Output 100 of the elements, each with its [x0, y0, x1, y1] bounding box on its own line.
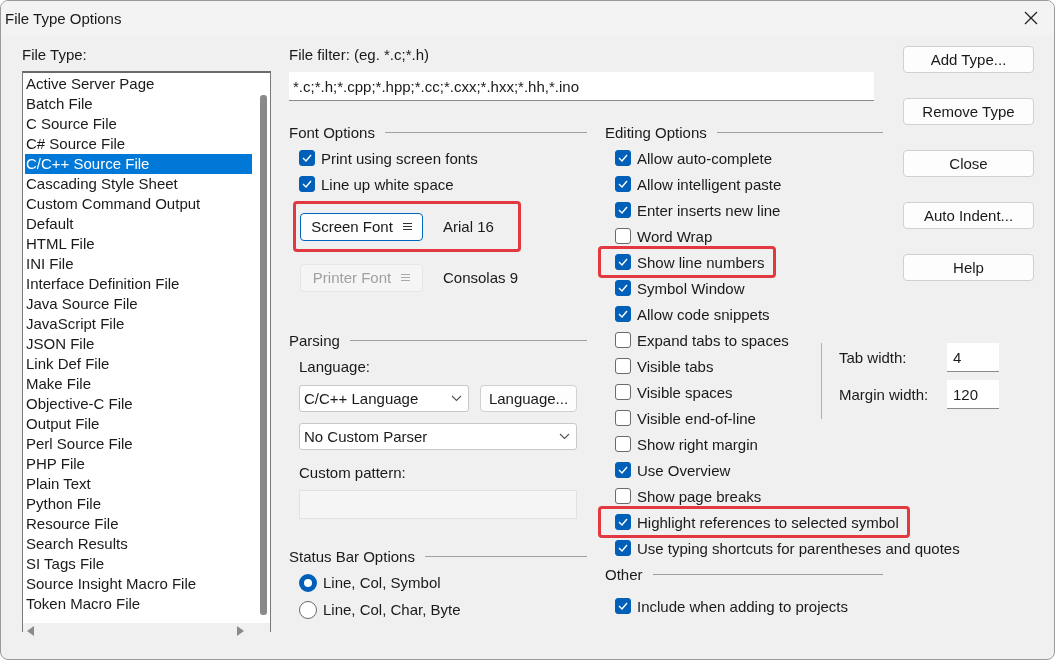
- checkbox-label: Allow code snippets: [637, 305, 770, 323]
- checkbox[interactable]: [615, 462, 631, 478]
- list-item[interactable]: Output File: [25, 414, 252, 434]
- list-item[interactable]: Perl Source File: [25, 434, 252, 454]
- checkbox-label: Enter inserts new line: [637, 201, 781, 219]
- number-field[interactable]: 120: [947, 380, 999, 409]
- check-icon: [302, 180, 312, 188]
- list-item[interactable]: Interface Definition File: [25, 274, 252, 294]
- checkbox[interactable]: [299, 150, 315, 166]
- list-item[interactable]: JSON File: [25, 334, 252, 354]
- language-button[interactable]: Language...: [480, 385, 577, 412]
- dialog-button[interactable]: Auto Indent...: [903, 202, 1034, 229]
- check-icon: [618, 284, 628, 292]
- field-label: File filter: (eg. *.c;*.h): [289, 45, 431, 65]
- file-filter-field[interactable]: *.c;*.h;*.cpp;*.hpp;*.cc;*.cxx;*.hxx;*.hh,*.ino: [289, 72, 874, 101]
- menu-icon: [402, 222, 412, 231]
- checkbox[interactable]: [615, 332, 631, 348]
- dialog-button[interactable]: Remove Type: [903, 98, 1034, 125]
- menu-icon: [401, 273, 411, 282]
- number-field[interactable]: 4: [947, 343, 999, 372]
- checkbox[interactable]: [615, 598, 631, 614]
- checkbox[interactable]: [615, 306, 631, 322]
- scroll-right-icon[interactable]: [237, 626, 244, 636]
- list-item[interactable]: INI File: [25, 254, 252, 274]
- checkbox-label: Expand tabs to spaces: [637, 331, 789, 349]
- group-title: Font Options: [289, 123, 375, 141]
- checkbox[interactable]: [615, 514, 631, 530]
- list-item[interactable]: Java Source File: [25, 294, 252, 314]
- checkbox[interactable]: [615, 410, 631, 426]
- check-icon: [618, 258, 628, 266]
- list-item[interactable]: Custom Command Output: [25, 194, 252, 214]
- checkbox[interactable]: [299, 176, 315, 192]
- scroll-left-icon[interactable]: [27, 626, 34, 636]
- checkbox[interactable]: [615, 358, 631, 374]
- list-item[interactable]: Active Server Page: [25, 74, 252, 94]
- list-item[interactable]: Batch File: [25, 94, 252, 114]
- checkbox-label: Visible end-of-line: [637, 409, 756, 427]
- checkbox-label: Symbol Window: [637, 279, 745, 297]
- checkbox[interactable]: [615, 436, 631, 452]
- list-item[interactable]: C# Source File: [25, 134, 252, 154]
- list-item[interactable]: Python File: [25, 494, 252, 514]
- font-button[interactable]: Screen Font: [300, 212, 423, 241]
- check-icon: [618, 518, 628, 526]
- check-icon: [618, 206, 628, 214]
- list-item[interactable]: Default: [25, 214, 252, 234]
- checkbox-label: Use typing shortcuts for parentheses and quotes: [637, 539, 960, 557]
- checkbox-label: Allow auto-complete: [637, 149, 773, 167]
- list-item[interactable]: Link Def File: [25, 354, 252, 374]
- checkbox-label: Visible tabs: [637, 357, 714, 375]
- group-title: Editing Options: [605, 123, 707, 141]
- chevron-down-icon: [451, 395, 462, 402]
- language-dropdown[interactable]: C/C++ Language: [299, 385, 469, 412]
- checkbox-label: Show page breaks: [637, 487, 762, 505]
- checkbox[interactable]: [615, 176, 631, 192]
- checkbox-label: Line up white space: [321, 175, 454, 193]
- checkbox[interactable]: [615, 384, 631, 400]
- list-item[interactable]: Token Macro File: [25, 594, 252, 614]
- dialog-button[interactable]: Add Type...: [903, 46, 1034, 73]
- list-item[interactable]: Objective-C File: [25, 394, 252, 414]
- checkbox[interactable]: [615, 202, 631, 218]
- list-item[interactable]: PHP File: [25, 454, 252, 474]
- checkbox[interactable]: [615, 540, 631, 556]
- list-item[interactable]: Cascading Style Sheet: [25, 174, 252, 194]
- checkbox-label: Include when adding to projects: [637, 597, 848, 615]
- list-item[interactable]: Search Results: [25, 534, 252, 554]
- check-icon: [302, 154, 312, 162]
- list-item[interactable]: SI Tags File: [25, 554, 252, 574]
- radio-label: Line, Col, Symbol: [323, 574, 441, 591]
- radio-button[interactable]: [299, 600, 317, 619]
- font-value: Arial 16: [443, 218, 494, 235]
- dialog-button[interactable]: Close: [903, 150, 1034, 177]
- scrollbar-thumb[interactable]: [260, 95, 267, 615]
- list-item[interactable]: Resource File: [25, 514, 252, 534]
- check-icon: [618, 602, 628, 610]
- check-icon: [618, 154, 628, 162]
- list-item[interactable]: Source Insight Macro File: [25, 574, 252, 594]
- list-item[interactable]: C/C++ Source File: [25, 154, 252, 174]
- checkbox-label: Use Overview: [637, 461, 731, 479]
- dialog-button[interactable]: Help: [903, 254, 1034, 281]
- group-title: Parsing: [289, 331, 340, 349]
- list-item[interactable]: JavaScript File: [25, 314, 252, 334]
- radio-label: Line, Col, Char, Byte: [323, 601, 461, 618]
- checkbox[interactable]: [615, 488, 631, 504]
- check-icon: [618, 544, 628, 552]
- font-value: Consolas 9: [443, 269, 519, 286]
- checkbox[interactable]: [615, 280, 631, 296]
- list-item[interactable]: Plain Text: [25, 474, 252, 494]
- parser-dropdown[interactable]: No Custom Parser: [299, 423, 577, 450]
- checkbox[interactable]: [615, 228, 631, 244]
- check-icon: [618, 310, 628, 318]
- list-item[interactable]: HTML File: [25, 234, 252, 254]
- checkbox[interactable]: [615, 254, 631, 270]
- window-title: File Type Options: [5, 9, 122, 27]
- radio-button[interactable]: [299, 573, 317, 592]
- close-icon: [1024, 11, 1038, 25]
- checkbox-label: Show right margin: [637, 435, 758, 453]
- checkbox-label: Visible spaces: [637, 383, 733, 401]
- checkbox[interactable]: [615, 150, 631, 166]
- list-item[interactable]: C Source File: [25, 114, 252, 134]
- list-item[interactable]: Make File: [25, 374, 252, 394]
